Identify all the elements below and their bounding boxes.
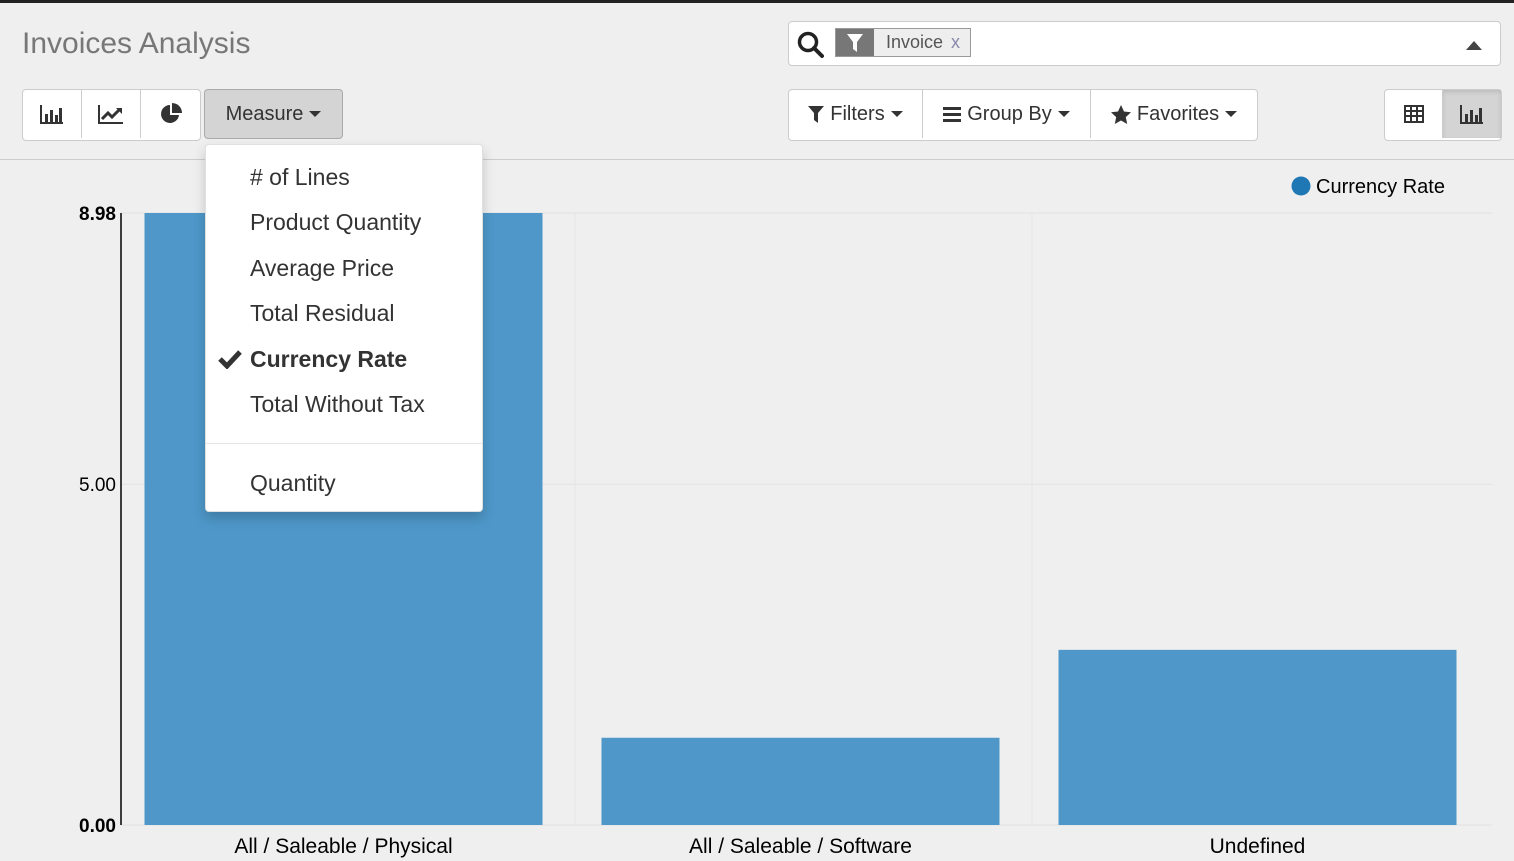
search-icon [797, 31, 824, 58]
measure-option[interactable]: Product Quantity [206, 202, 482, 242]
line-chart-icon [98, 105, 123, 124]
search-input[interactable] [979, 28, 1433, 60]
group-by-button[interactable]: Group By [923, 90, 1091, 138]
y-tick-label: 8.98 [79, 204, 116, 225]
facet-value: Invoice [886, 32, 944, 52]
measure-dropdown-menu: # of Lines Product Quantity Average Price T… [205, 144, 483, 512]
group-by-label: Group By [967, 102, 1052, 125]
measure-label: Measure [225, 102, 304, 125]
filters-button[interactable]: Filters [789, 90, 923, 138]
measure-option[interactable]: Quantity [206, 463, 482, 503]
measure-option-label: Currency Rate [250, 345, 408, 372]
measure-option-label: Total Without Tax [250, 390, 425, 417]
bar [1058, 649, 1457, 825]
toggle-search-options-icon[interactable] [1466, 41, 1482, 50]
bar-chart-icon [40, 105, 63, 124]
filter-icon [808, 106, 825, 123]
search-facet: Invoice x [835, 28, 972, 57]
graph-view-button[interactable] [1443, 90, 1501, 138]
list-icon [943, 107, 962, 122]
measure-option-label: Product Quantity [250, 208, 422, 235]
measure-option-label: Total Residual [250, 299, 395, 326]
caret-down-icon [309, 111, 322, 117]
measure-option[interactable]: Total Without Tax [206, 384, 482, 424]
measure-option[interactable]: Currency Rate [206, 339, 482, 379]
table-icon [1403, 105, 1424, 123]
pie-chart-icon [160, 103, 182, 123]
x-tick-label: Undefined [1210, 835, 1306, 858]
measure-option-label: Quantity [250, 469, 336, 496]
favorites-label: Favorites [1136, 102, 1220, 125]
x-tick-label: All / Saleable / Software [689, 835, 912, 858]
bar-chart-button[interactable] [23, 90, 82, 138]
x-tick-label: All / Saleable / Physical [234, 835, 452, 858]
legend-swatch [1291, 176, 1311, 196]
measure-option[interactable]: Average Price [206, 248, 482, 288]
filter-icon [836, 29, 874, 56]
favorites-button[interactable]: Favorites [1091, 90, 1257, 138]
measure-option-label: # of Lines [250, 163, 350, 190]
search-options-group: Filters Group By Favorites [788, 89, 1258, 141]
caret-down-icon [890, 111, 903, 117]
search-bar: Invoice x [788, 21, 1501, 66]
bar-chart-icon [1460, 105, 1483, 124]
page-title: Invoices Analysis [22, 27, 251, 60]
menu-divider [206, 443, 482, 444]
measure-option[interactable]: # of Lines [206, 157, 482, 197]
line-chart-button[interactable] [82, 90, 141, 138]
legend-label: Currency Rate [1316, 176, 1445, 198]
checkmark-icon [218, 350, 242, 369]
measure-option-label: Average Price [250, 254, 395, 281]
star-icon [1110, 104, 1131, 124]
pie-chart-button[interactable] [141, 90, 200, 138]
facet-remove-button[interactable]: x [951, 32, 960, 53]
y-tick-label: 5.00 [79, 475, 116, 496]
view-switcher [1384, 89, 1502, 141]
chart-type-group [22, 89, 201, 141]
bar [601, 737, 1000, 825]
measure-option[interactable]: Total Residual [206, 293, 482, 333]
y-tick-label: 0.00 [79, 816, 116, 837]
caret-down-icon [1225, 111, 1238, 117]
filters-label: Filters [830, 102, 885, 125]
measure-dropdown-button[interactable]: Measure [204, 89, 343, 139]
pivot-view-button[interactable] [1385, 90, 1443, 138]
caret-down-icon [1057, 111, 1070, 117]
